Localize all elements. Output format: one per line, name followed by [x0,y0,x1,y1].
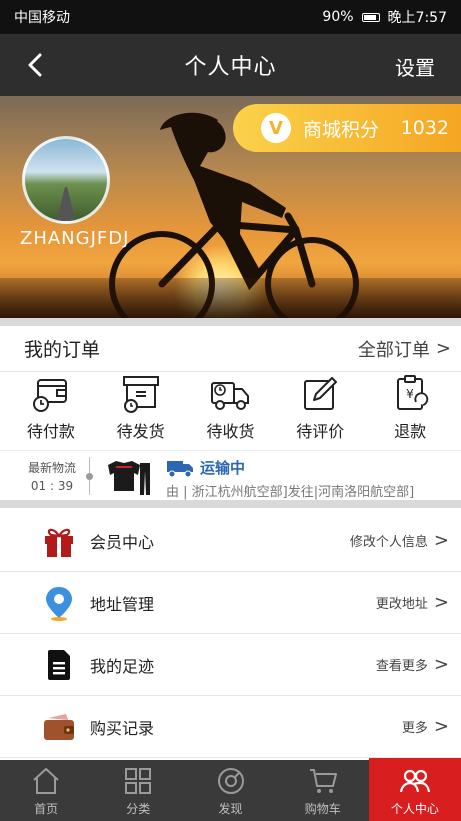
menu-list: 会员中心 修改个人信息 > 地址管理 更改地址 > 我的足迹 查看更多 > 购买… [0,510,461,758]
tab-label: 分类 [126,802,151,816]
tab-label: 个人中心 [390,802,439,816]
avatar-road [55,187,77,221]
svg-text:¥: ¥ [406,387,414,401]
settings-button[interactable]: 设置 [395,52,435,81]
menu-item-address[interactable]: 地址管理 更改地址 > [0,572,461,634]
chevron-right-icon: > [433,592,449,613]
tab-discover[interactable]: 发现 [184,760,276,821]
compass-icon [217,768,244,794]
cart-icon [309,769,337,793]
order-status-label: 退款 [394,422,427,441]
logistics-meta: 最新物流 01 : 39 [24,459,80,495]
chevron-right-icon: > [435,338,451,359]
order-status-label: 待收货 [206,422,255,441]
menu-action[interactable]: 更改地址 > [376,592,449,613]
status-right: 90% 晚上7:57 [322,7,447,27]
tab-label: 购物车 [304,802,341,816]
menu-action-label: 更多 [401,721,428,736]
order-pending-review[interactable]: 待评价 [280,374,360,446]
vip-icon: V [261,113,291,143]
section-divider [0,318,461,326]
navigation-bar: 个人中心 设置 [0,34,461,96]
all-orders-link[interactable]: 全部订单 > [358,336,451,362]
tab-label: 发现 [218,802,243,816]
points-label: 商城积分 [303,118,380,141]
menu-action-label: 查看更多 [375,659,428,674]
order-pending-shipment[interactable]: 待发货 [101,374,181,446]
section-divider [0,500,461,508]
edit-icon [304,377,338,410]
menu-label: 会员中心 [90,532,155,552]
app-root: 中国移动 90% 晚上7:57 个人中心 设置 ZHANGJFDJ V 商城积分… [0,0,461,821]
points-badge[interactable]: V 商城积分 1032 [233,104,461,152]
tab-category[interactable]: 分类 [92,760,184,821]
location-pin-icon [42,586,76,621]
avatar[interactable] [22,136,110,224]
orders-title: 我的订单 [24,339,101,361]
document-icon [42,648,76,682]
logistics-time: 01 : 39 [30,479,74,493]
order-status-label: 待发货 [116,422,165,441]
order-pending-receipt[interactable]: 待收货 [190,374,270,446]
profile-banner: ZHANGJFDJ V 商城积分 1032 [0,96,461,318]
delivery-truck-icon [167,460,193,477]
menu-action[interactable]: 更多 > [402,716,449,737]
latest-logistics[interactable]: 最新物流 01 : 39 运输中 由 | 浙江杭州航空部]发往|河南洛阳航空部] [0,450,461,500]
chevron-left-icon [28,53,42,77]
points-value: 1032 [400,117,449,139]
gift-icon [42,524,76,558]
back-button[interactable] [18,48,52,82]
truck-icon [211,382,250,410]
order-status-row: 待付款 待发货 待收货 待评价 ¥ 退款 [0,374,461,446]
order-pending-payment[interactable]: 待付款 [11,374,91,446]
chevron-right-icon: > [433,654,449,675]
battery-percent: 90% [322,9,354,25]
home-icon [33,767,59,794]
grid-icon [125,768,152,794]
menu-action-label: 更改地址 [375,597,428,612]
menu-item-purchase-history[interactable]: 购买记录 更多 > [0,696,461,758]
wallet-clock-icon [32,379,67,412]
menu-action[interactable]: 修改个人信息 > [350,530,449,551]
tab-home[interactable]: 首页 [0,760,92,821]
ground-shadow [0,278,461,318]
logistics-description: 由 | 浙江杭州航空部]发往|河南洛阳航空部] [166,485,415,500]
logistics-status: 运输中 [166,457,245,478]
menu-label: 地址管理 [90,594,155,614]
tab-cart[interactable]: 购物车 [277,760,369,821]
tab-bar: 首页 分类 发现 购物车 个人中心 [0,758,461,821]
logistics-status-text: 运输中 [200,459,246,477]
product-thumbnail [108,461,150,495]
box-clock-icon [122,376,159,413]
timeline-dot [86,473,93,480]
order-refund[interactable]: ¥ 退款 [370,374,450,446]
status-bar: 中国移动 90% 晚上7:57 [0,0,461,34]
user-group-icon [399,769,430,793]
menu-action[interactable]: 查看更多 > [376,654,449,675]
wallet-icon [42,710,76,744]
menu-item-footprint[interactable]: 我的足迹 查看更多 > [0,634,461,696]
menu-label: 购买记录 [90,718,155,738]
all-orders-label: 全部订单 [357,339,430,361]
order-status-label: 待评价 [296,422,345,441]
logistics-label: 最新物流 [27,461,76,475]
chevron-right-icon: > [433,530,449,551]
tab-profile[interactable]: 个人中心 [368,758,461,821]
refund-clipboard-icon: ¥ [397,375,429,410]
menu-item-member-center[interactable]: 会员中心 修改个人信息 > [0,510,461,572]
orders-header: 我的订单 全部订单 > [0,326,461,372]
chevron-right-icon: > [433,716,449,737]
tab-label: 首页 [34,802,59,816]
menu-label: 我的足迹 [90,656,155,676]
username: ZHANGJFDJ [20,228,130,249]
order-status-label: 待付款 [26,422,75,441]
menu-action-label: 修改个人信息 [349,535,428,550]
battery-icon [361,12,380,22]
clock: 晚上7:57 [387,10,447,26]
page-title: 个人中心 [184,55,277,80]
carrier-label: 中国移动 [14,10,70,26]
